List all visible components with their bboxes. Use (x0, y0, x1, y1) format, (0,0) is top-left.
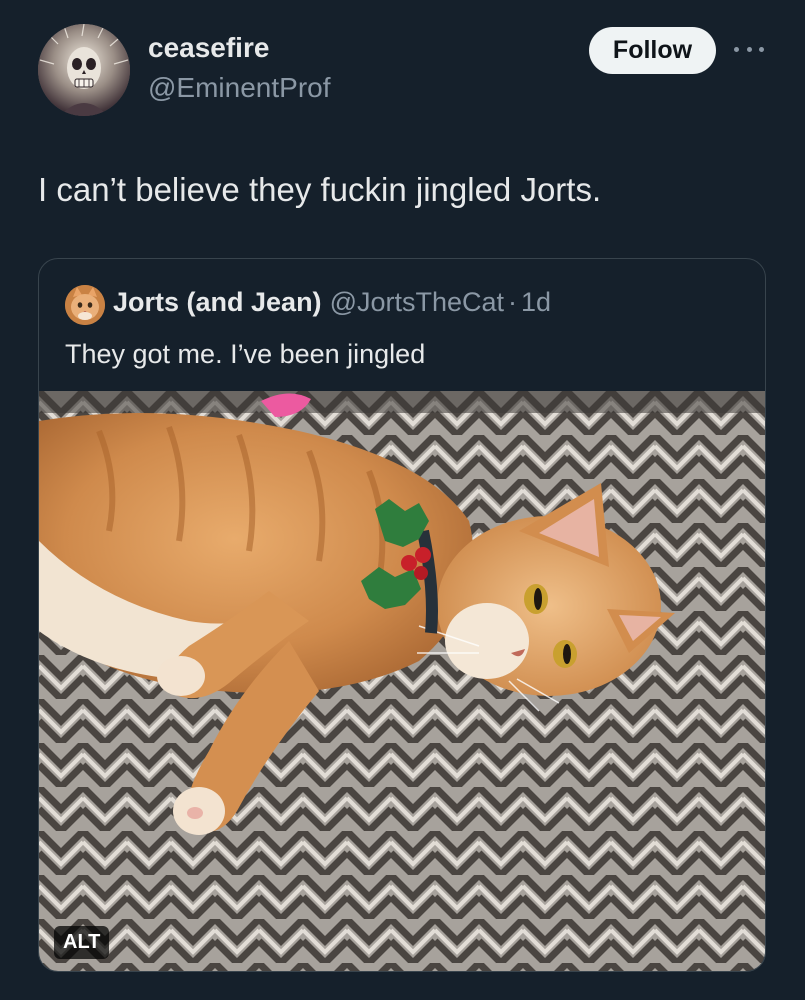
quoted-tweet-card[interactable]: Jorts (and Jean) @JortsTheCat · 1d They got… (38, 258, 766, 972)
alt-text-badge[interactable]: ALT (54, 926, 110, 959)
quoted-handle[interactable]: @JortsTheCat (330, 287, 504, 317)
cat-photo (39, 391, 765, 971)
cat-avatar-icon (65, 285, 105, 325)
meta-separator: · (508, 287, 518, 317)
quoted-author-avatar[interactable] (65, 285, 105, 325)
quoted-media-image[interactable]: ALT (39, 391, 765, 971)
quoted-display-name[interactable]: Jorts (and Jean) (113, 287, 322, 317)
author-handle[interactable]: @EminentProf (148, 72, 331, 104)
quoted-tweet-text: They got me. I’ve been jingled (65, 339, 426, 369)
tweet-text: I can’t believe they fuckin jingled Jort… (38, 171, 602, 208)
more-horizontal-icon[interactable] (734, 37, 764, 61)
author-avatar[interactable] (38, 24, 130, 116)
more-dot (734, 46, 739, 52)
tweet-view: ceasefire @EminentProf Follow I can’t be… (0, 0, 805, 1000)
skull-avatar-icon (38, 24, 130, 116)
author-display-name[interactable]: ceasefire (148, 32, 269, 64)
more-dot (746, 46, 752, 52)
quoted-meta: Jorts (and Jean) @JortsTheCat · 1d (113, 287, 551, 318)
more-dot (759, 46, 764, 52)
quoted-timestamp[interactable]: 1d (521, 287, 551, 317)
follow-button[interactable]: Follow (589, 27, 716, 74)
